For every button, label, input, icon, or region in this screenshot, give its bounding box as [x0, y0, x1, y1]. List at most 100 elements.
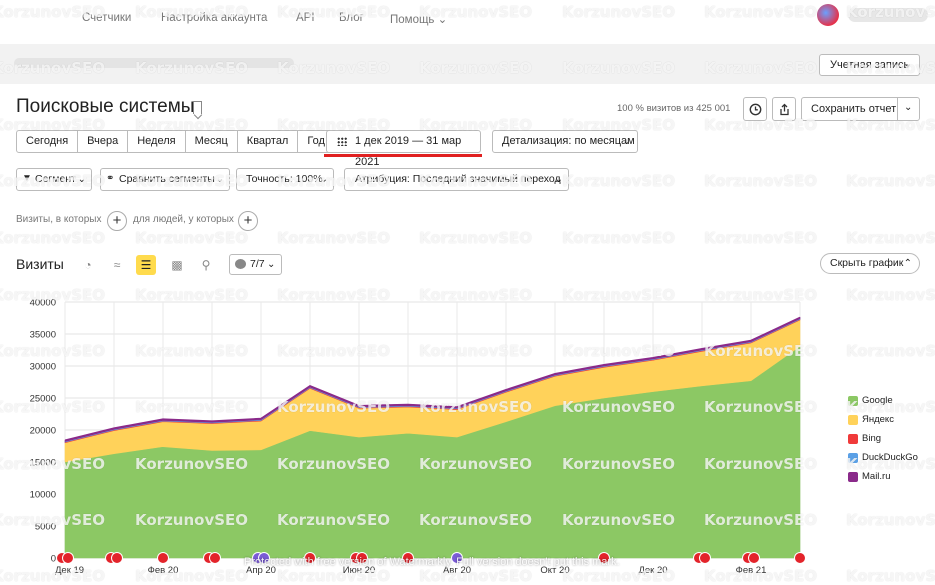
attribution-dropdown[interactable]: Атрибуция: Последний значимый переход ⌄	[344, 168, 569, 191]
date-range-button[interactable]: 1 дек 2019 — 31 мар 2021	[326, 130, 481, 168]
visits-condition-label: Визиты, в которых	[16, 214, 102, 225]
y-tick-label: 35000	[30, 330, 56, 341]
date-range-label: 1 дек 2019 — 31 мар 2021	[355, 135, 462, 168]
legend-label-yandex: Яндекс	[862, 414, 894, 425]
chevron-down-icon[interactable]: ⌄	[904, 102, 912, 113]
legend-item-mailru[interactable]: Mail.ru	[848, 471, 918, 490]
nav-blog-link[interactable]: Блог	[339, 12, 364, 24]
period-month-button[interactable]: Месяц	[186, 131, 238, 152]
compare-icon: ⚭	[106, 173, 115, 184]
line-chart-icon[interactable]: ≈	[107, 255, 127, 275]
chevron-down-icon: ⌄	[437, 14, 448, 26]
legend-label-duckduckgo: DuckDuckGo	[862, 452, 918, 463]
chevron-down-icon: ⌄	[622, 136, 631, 147]
people-condition-label: для людей, у которых	[133, 214, 234, 225]
bar-chart-icon[interactable]: ▩	[167, 255, 187, 275]
hide-chart-label: Скрыть график	[830, 257, 904, 269]
map-pin-icon[interactable]: ⚲	[196, 255, 216, 275]
clock-icon	[749, 103, 761, 116]
accuracy-dropdown[interactable]: Точность: 100% ⌄	[236, 168, 334, 191]
detail-label: Детализация: по месяцам	[502, 135, 635, 147]
add-people-condition-button[interactable]: +	[238, 211, 258, 231]
annotation-marker	[699, 552, 711, 564]
bookmark-icon[interactable]	[193, 101, 202, 114]
compare-segments-dropdown[interactable]: ⚭ Сравнить сегменты ⌄	[100, 168, 230, 191]
period-selector: Сегодня Вчера Неделя Месяц Квартал Год	[16, 130, 335, 153]
watermark-text: KorzunovSEO	[135, 229, 249, 247]
nav-help-label: Помощь	[390, 14, 435, 26]
watermark-text: KorzunovSEO	[846, 229, 935, 247]
hide-chart-button[interactable]: Скрыть график ⌃	[820, 253, 920, 274]
y-tick-label: 5000	[35, 522, 56, 533]
area-chart-icon[interactable]: ☰	[136, 255, 156, 275]
x-tick-label: Фев 21	[736, 565, 767, 576]
top-navigation: Счетчики Настройка аккаунта API Блог Пом…	[0, 0, 935, 40]
plus-icon: +	[243, 212, 253, 229]
save-report-label: Сохранить отчет	[811, 103, 897, 115]
annotation-marker	[209, 552, 221, 564]
watermark-text: KorzunovSEO	[277, 229, 391, 247]
annotation-marker	[111, 552, 123, 564]
period-quarter-button[interactable]: Квартал	[238, 131, 299, 152]
watermark-text: KorzunovSEO	[704, 229, 818, 247]
period-yesterday-button[interactable]: Вчера	[78, 131, 129, 152]
watermark-text: KorzunovSEO	[562, 172, 676, 190]
account-bar	[0, 44, 935, 84]
watermark-text: KorzunovSEO	[562, 229, 676, 247]
save-report-button[interactable]: Сохранить отчет ⌄	[801, 97, 920, 121]
accuracy-label: Точность: 100%	[246, 173, 323, 185]
series-count-dropdown[interactable]: 7/7 ⌄	[229, 254, 282, 275]
y-tick-label: 15000	[30, 458, 56, 469]
chevron-down-icon: ⌄	[554, 174, 563, 185]
legend-label-google: Google	[862, 395, 893, 406]
legend-item-duckduckgo[interactable]: DuckDuckGo	[848, 452, 918, 471]
annotation-marker	[157, 552, 169, 564]
y-tick-label: 40000	[30, 298, 56, 309]
x-tick-label: Фев 20	[148, 565, 179, 576]
legend-item-google[interactable]: Google	[848, 395, 918, 414]
y-tick-label: 20000	[30, 426, 56, 437]
y-tick-label: 25000	[30, 394, 56, 405]
chevron-down-icon: ⌄	[319, 174, 328, 185]
share-icon	[779, 103, 789, 116]
annotation-marker	[794, 552, 806, 564]
visits-area-chart: 0 5000 10000 15000 20000 25000 30000 35000 40000…	[30, 298, 806, 576]
watermark-text: KorzunovSEO	[846, 172, 935, 190]
history-button[interactable]	[743, 97, 767, 121]
chart-legend: Google Яндекс Bing DuckDuckGo Mail.ru	[848, 395, 918, 490]
legend-item-yandex[interactable]: Яндекс	[848, 414, 918, 433]
chart-title: Визиты	[16, 256, 64, 272]
chevron-down-icon: ⌄	[267, 259, 276, 270]
avatar[interactable]	[817, 4, 839, 26]
period-today-button[interactable]: Сегодня	[17, 131, 79, 152]
legend-label-mailru: Mail.ru	[862, 471, 891, 482]
calendar-icon	[337, 137, 347, 146]
segment-dropdown[interactable]: ▼ Сегмент ⌄	[16, 168, 92, 191]
nav-account-settings-link[interactable]: Настройка аккаунта	[161, 12, 267, 24]
annotation-marker	[62, 552, 74, 564]
detail-dropdown[interactable]: Детализация: по месяцам ⌄	[492, 130, 638, 153]
pie-chart-icon[interactable]: ◔	[78, 255, 98, 275]
watermark-text: KorzunovSEO	[704, 172, 818, 190]
legend-label-bing: Bing	[862, 433, 882, 444]
user-name-blurred	[848, 8, 928, 22]
comment-icon	[235, 259, 246, 269]
add-visit-condition-button[interactable]: +	[107, 211, 127, 231]
legend-item-bing[interactable]: Bing	[848, 433, 918, 452]
y-tick-label: 10000	[30, 490, 56, 501]
date-range-highlight	[324, 154, 482, 157]
account-dropdown-button[interactable]: Учетная запись ⌄	[819, 54, 920, 76]
button-divider	[897, 98, 898, 120]
attribution-label: Атрибуция: Последний значимый переход	[355, 173, 561, 185]
watermark-text: KorzunovSEO	[419, 229, 533, 247]
x-tick-label: Дек 20	[638, 565, 667, 576]
nav-api-link[interactable]: API	[296, 12, 315, 24]
export-button[interactable]	[772, 97, 796, 121]
account-button-label: Учетная запись	[830, 59, 910, 71]
funnel-icon: ▼	[22, 173, 32, 184]
period-week-button[interactable]: Неделя	[128, 131, 186, 152]
nav-counters-link[interactable]: Счетчики	[82, 12, 131, 24]
segment-label: Сегмент	[35, 173, 76, 185]
checkbox-icon	[848, 434, 858, 444]
nav-help-link[interactable]: Помощь ⌄	[390, 12, 447, 26]
